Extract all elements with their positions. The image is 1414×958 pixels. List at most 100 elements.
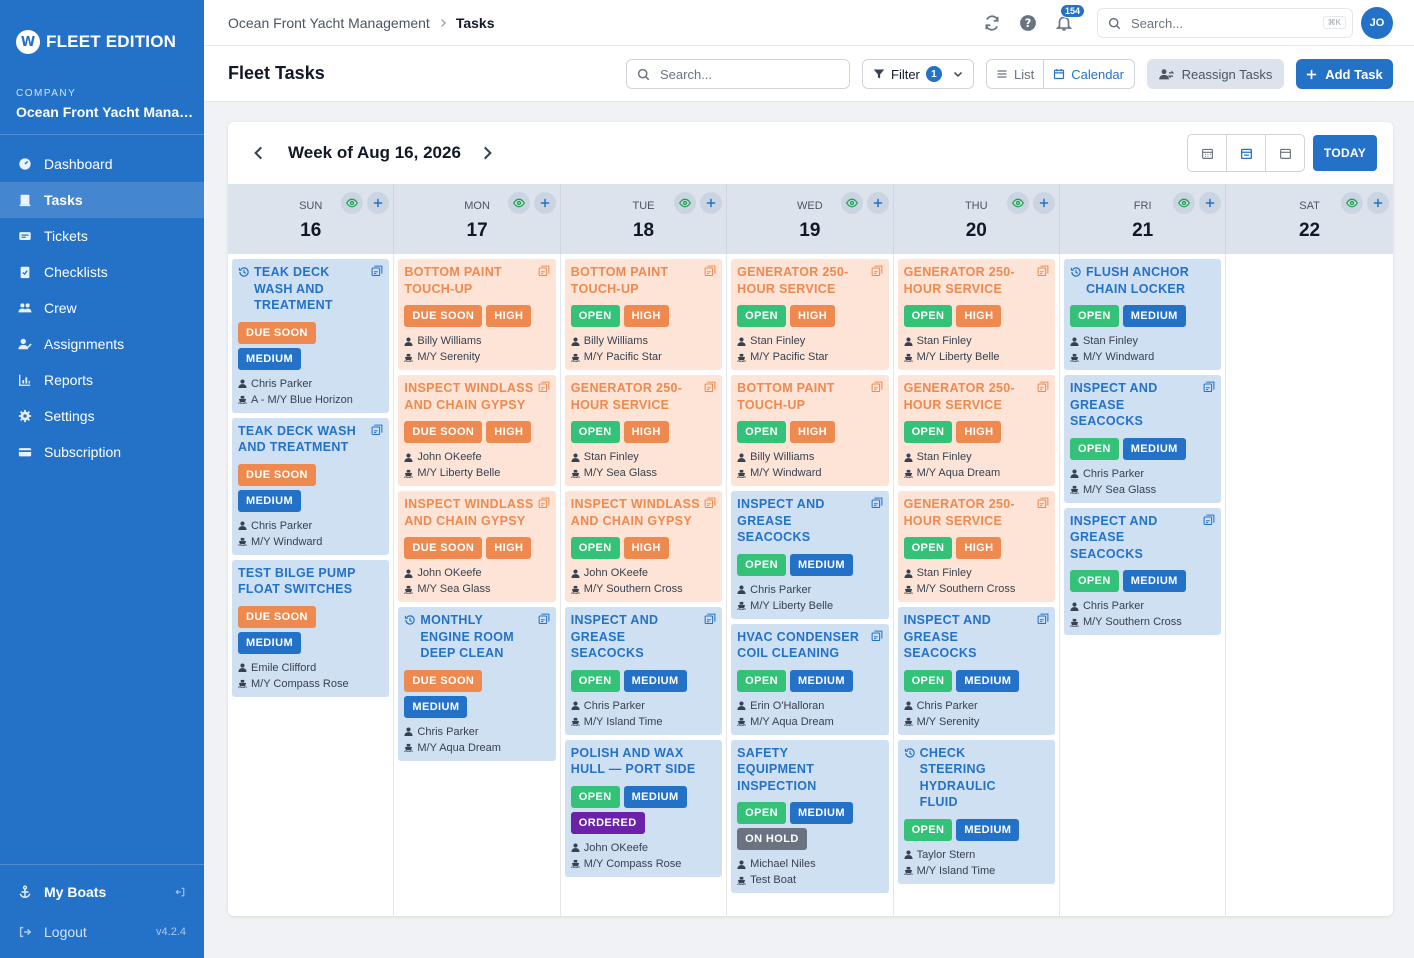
my-boats-link[interactable]: My Boats bbox=[0, 874, 204, 910]
task-card[interactable]: INSPECT AND GREASE SEACOCKS OPEN MEDIUM Chr… bbox=[731, 491, 889, 619]
sidebar-item-tickets[interactable]: Tickets bbox=[0, 218, 204, 254]
sidebar-item-settings[interactable]: Settings bbox=[0, 398, 204, 434]
task-card[interactable]: GENERATOR 250-HOUR SERVICE OPEN HIGH Stan F… bbox=[731, 259, 889, 370]
task-card[interactable]: GENERATOR 250-HOUR SERVICE OPEN HIGH Stan F… bbox=[564, 375, 723, 486]
boat-icon bbox=[903, 469, 913, 478]
brand-logo[interactable]: W FLEET EDITION bbox=[16, 30, 176, 54]
task-card[interactable]: TEAK DECK WASH AND TREATMENT DUE SOON MEDI… bbox=[232, 259, 390, 413]
week-view-button[interactable] bbox=[1227, 135, 1266, 171]
chevron-left-icon[interactable] bbox=[250, 144, 268, 162]
add-day-task-button[interactable] bbox=[1366, 192, 1389, 214]
task-title: TEST BILGE PUMP FLOAT SWITCHES bbox=[238, 565, 383, 598]
sidebar-item-subscription[interactable]: Subscription bbox=[0, 434, 204, 470]
calendar-week-icon bbox=[1240, 148, 1252, 159]
assignee-name: Chris Parker bbox=[916, 699, 978, 712]
view-day-button[interactable] bbox=[1006, 192, 1029, 214]
task-card[interactable]: BOTTOM PAINT TOUCH-UP OPEN HIGH Billy Willi… bbox=[564, 259, 723, 370]
task-card[interactable]: TEAK DECK WASH AND TREATMENT DUE SOON MEDI… bbox=[232, 417, 390, 555]
view-day-button[interactable] bbox=[674, 192, 697, 214]
crew-icon bbox=[18, 303, 32, 313]
sidebar-item-reports[interactable]: Reports bbox=[0, 362, 204, 398]
help-icon[interactable]: ? bbox=[1019, 14, 1037, 32]
task-meta: John OKeefe M/Y Southern Cross bbox=[570, 565, 716, 597]
task-card[interactable]: GENERATOR 250-HOUR SERVICE OPEN HIGH Stan F… bbox=[897, 259, 1055, 370]
task-title: INSPECT WINDLASS AND CHAIN GYPSY bbox=[404, 380, 549, 413]
chevron-right-icon[interactable] bbox=[478, 144, 496, 162]
task-title: INSPECT WINDLASS AND CHAIN GYPSY bbox=[571, 496, 716, 529]
boat-name: M/Y Windward bbox=[750, 467, 822, 479]
day-columns: TEAK DECK WASH AND TREATMENT DUE SOON MEDI… bbox=[228, 254, 1393, 916]
today-button[interactable]: TODAY bbox=[1313, 135, 1377, 171]
status-badge: OPEN bbox=[903, 818, 953, 841]
task-card[interactable]: INSPECT AND GREASE SEACOCKS OPEN MEDIUM Chr… bbox=[1063, 507, 1222, 635]
user-icon bbox=[1070, 336, 1079, 346]
add-day-task-button[interactable] bbox=[700, 192, 723, 214]
logout-link[interactable]: Logout v4.2.4 bbox=[0, 914, 204, 950]
task-card[interactable]: FLUSH ANCHOR CHAIN LOCKER OPEN MEDIUM Stan … bbox=[1063, 259, 1222, 370]
global-search-input[interactable]: Search... ⌘K bbox=[1097, 8, 1353, 38]
task-card[interactable]: SAFETY EQUIPMENT INSPECTION OPEN MEDIUM ON … bbox=[731, 739, 889, 893]
assignee-name: Billy Williams bbox=[583, 335, 648, 347]
user-avatar[interactable]: JO bbox=[1361, 7, 1393, 39]
view-day-button[interactable] bbox=[840, 192, 863, 214]
filter-button[interactable]: Filter 1 bbox=[862, 59, 974, 89]
plus-icon bbox=[1307, 69, 1317, 79]
task-card[interactable]: HVAC CONDENSER COIL CLEANING OPEN MEDIUM Er… bbox=[731, 623, 889, 735]
boat-icon bbox=[404, 585, 414, 594]
task-card[interactable]: INSPECT AND GREASE SEACOCKS OPEN MEDIUM Chr… bbox=[564, 607, 723, 735]
add-task-button[interactable]: Add Task bbox=[1296, 59, 1393, 89]
boat-name: M/Y Serenity bbox=[417, 351, 481, 363]
month-view-button[interactable] bbox=[1188, 135, 1227, 171]
sidebar-item-checklists[interactable]: Checklists bbox=[0, 254, 204, 290]
task-title-text: INSPECT WINDLASS AND CHAIN GYPSY bbox=[404, 497, 534, 528]
task-search-input[interactable]: Search... bbox=[626, 59, 850, 89]
day-column-tue: BOTTOM PAINT TOUCH-UP OPEN HIGH Billy Willi… bbox=[561, 254, 728, 916]
sidebar-item-assignments[interactable]: Assignments bbox=[0, 326, 204, 362]
task-card[interactable]: POLISH AND WAX HULL — PORT SIDE OPEN MEDIU… bbox=[564, 739, 723, 877]
task-card[interactable]: MONTHLY ENGINE ROOM DEEP CLEAN DUE SOON ME… bbox=[398, 607, 556, 761]
reassign-tasks-button[interactable]: Reassign Tasks bbox=[1147, 59, 1284, 89]
subscription-icon bbox=[18, 448, 32, 457]
day-view-button[interactable] bbox=[1266, 135, 1304, 171]
sidebar-item-tasks[interactable]: Tasks bbox=[0, 182, 204, 218]
task-title: HVAC CONDENSER COIL CLEANING bbox=[737, 629, 882, 662]
day-number: 18 bbox=[632, 220, 655, 241]
task-card[interactable]: INSPECT AND GREASE SEACOCKS OPEN MEDIUM Chr… bbox=[897, 607, 1055, 735]
collapse-icon[interactable] bbox=[174, 886, 186, 898]
user-icon bbox=[1070, 469, 1079, 478]
task-card[interactable]: INSPECT WINDLASS AND CHAIN GYPSY OPEN HIGH… bbox=[564, 491, 723, 602]
add-day-task-button[interactable] bbox=[866, 192, 889, 214]
task-card[interactable]: BOTTOM PAINT TOUCH-UP OPEN HIGH Billy Willi… bbox=[731, 375, 889, 486]
task-card[interactable]: INSPECT WINDLASS AND CHAIN GYPSY DUE SOON… bbox=[398, 491, 556, 602]
boat-line: Test Boat bbox=[737, 872, 882, 888]
refresh-icon[interactable] bbox=[983, 14, 1001, 32]
user-icon bbox=[904, 850, 913, 859]
add-day-task-button[interactable] bbox=[533, 192, 556, 214]
day-header-thu: THU 20 bbox=[894, 184, 1060, 254]
task-meta: John OKeefe M/Y Liberty Belle bbox=[404, 449, 549, 481]
task-card[interactable]: TEST BILGE PUMP FLOAT SWITCHES DUE SOON ME… bbox=[232, 559, 390, 697]
task-card[interactable]: CHECK STEERING HYDRAULIC FLUID OPEN MEDIUM… bbox=[897, 739, 1055, 884]
boat-line: M/Y Sea Glass bbox=[404, 581, 549, 597]
task-card[interactable]: INSPECT AND GREASE SEACOCKS OPEN MEDIUM Chr… bbox=[1063, 375, 1222, 503]
user-icon bbox=[571, 336, 580, 346]
sidebar-item-crew[interactable]: Crew bbox=[0, 290, 204, 326]
view-calendar-button[interactable]: Calendar bbox=[1043, 60, 1133, 88]
task-badges: OPEN MEDIUM bbox=[903, 818, 1049, 841]
status-badge: DUE SOON bbox=[404, 537, 483, 559]
task-card[interactable]: GENERATOR 250-HOUR SERVICE OPEN HIGH Stan F… bbox=[897, 491, 1055, 602]
boat-name: M/Y Sea Glass bbox=[417, 583, 491, 595]
add-day-task-button[interactable] bbox=[1032, 192, 1055, 214]
sidebar-item-dashboard[interactable]: Dashboard bbox=[0, 146, 204, 182]
task-card[interactable]: GENERATOR 250-HOUR SERVICE OPEN HIGH Stan F… bbox=[897, 375, 1055, 486]
task-title-text: HVAC CONDENSER COIL CLEANING bbox=[737, 629, 860, 661]
view-list-button[interactable]: List bbox=[987, 60, 1043, 88]
task-card[interactable]: BOTTOM PAINT TOUCH-UP DUE SOON HIGH Billy W… bbox=[398, 259, 556, 370]
task-card[interactable]: INSPECT WINDLASS AND CHAIN GYPSY DUE SOON… bbox=[398, 375, 556, 486]
company-name[interactable]: Ocean Front Yacht Management bbox=[16, 104, 196, 120]
view-day-button[interactable] bbox=[507, 192, 530, 214]
breadcrumb-parent[interactable]: Ocean Front Yacht Management bbox=[228, 15, 430, 31]
breadcrumb-current: Tasks bbox=[455, 15, 495, 31]
view-day-button[interactable] bbox=[1340, 192, 1363, 214]
assignee-name: Chris Parker bbox=[583, 699, 645, 712]
